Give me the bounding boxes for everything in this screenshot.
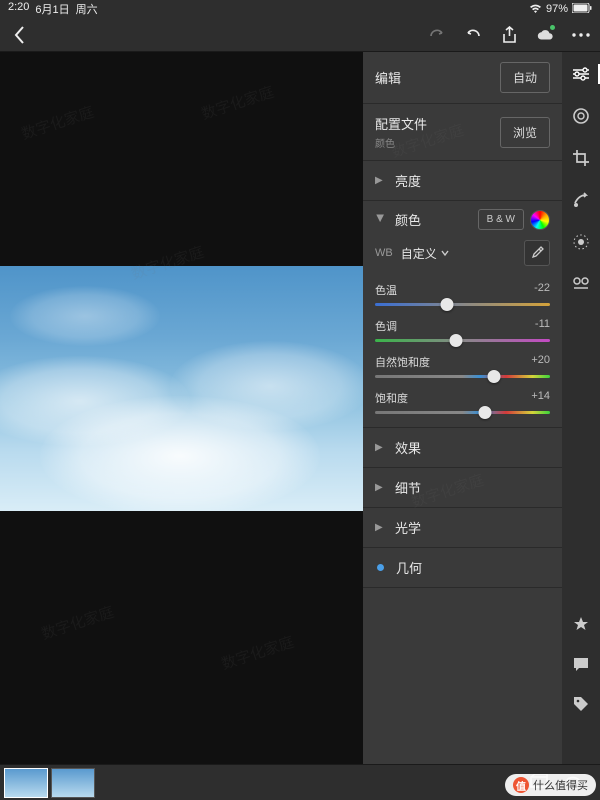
back-chevron-icon[interactable] xyxy=(10,26,28,44)
slider-thumb[interactable] xyxy=(440,298,453,311)
slider-thumb[interactable] xyxy=(488,370,501,383)
badge-logo-icon: 值 xyxy=(513,777,529,793)
slider-value: -11 xyxy=(535,318,550,334)
share-icon[interactable] xyxy=(500,26,518,44)
tag-icon[interactable] xyxy=(571,694,591,714)
watermark: 数字化家庭 xyxy=(199,81,277,124)
crop-tool-icon[interactable] xyxy=(571,148,591,168)
slider-色调[interactable]: 色调 -11 xyxy=(363,312,562,348)
presets-tool-icon[interactable] xyxy=(571,274,591,294)
status-bar: 2:20 6月1日 周六 97% xyxy=(0,0,600,18)
redo-icon[interactable] xyxy=(428,26,446,44)
color-mixer-icon[interactable] xyxy=(530,210,550,230)
slider-label: 色温 xyxy=(375,282,397,298)
battery-icon xyxy=(572,3,592,16)
chevron-right-icon: ▶ xyxy=(375,175,385,186)
watermark: 数字化家庭 xyxy=(219,631,297,674)
wifi-icon xyxy=(529,4,542,14)
thumbnail[interactable] xyxy=(4,768,48,798)
slider-track[interactable] xyxy=(375,375,550,378)
slider-track[interactable] xyxy=(375,303,550,306)
battery-percent: 97% xyxy=(546,3,568,15)
undo-icon[interactable] xyxy=(464,26,482,44)
section-color[interactable]: 颜色 xyxy=(395,210,478,229)
slider-label: 色调 xyxy=(375,318,397,334)
heal-tool-icon[interactable] xyxy=(571,190,591,210)
section-detail[interactable]: ▶ 细节 xyxy=(363,468,562,508)
status-weekday: 周六 xyxy=(76,1,98,17)
section-optics[interactable]: ▶ 光学 xyxy=(363,508,562,548)
chevron-down-icon[interactable]: ▶ xyxy=(375,215,386,225)
wb-label: WB xyxy=(375,247,393,259)
watermark: 数字化家庭 xyxy=(19,101,97,144)
source-badge: 值 什么值得买 xyxy=(505,774,596,796)
slider-饱和度[interactable]: 饱和度 +14 xyxy=(363,384,562,420)
slider-track[interactable] xyxy=(375,339,550,342)
wb-dropdown[interactable]: 自定义 xyxy=(401,245,524,262)
edit-panel: 编辑 自动 配置文件 颜色 浏览 ▶ 亮度 ▶ 颜色 B & W WB 自定义 … xyxy=(363,52,562,764)
status-time: 2:20 xyxy=(8,1,29,17)
cloud-sync-icon[interactable] xyxy=(536,26,554,44)
section-effects[interactable]: ▶ 效果 xyxy=(363,428,562,468)
chevron-right-icon: ▶ xyxy=(375,482,385,493)
bw-button[interactable]: B & W xyxy=(478,209,524,230)
modified-dot-icon xyxy=(377,564,384,571)
watermark: 数字化家庭 xyxy=(39,601,117,644)
tool-sidebar xyxy=(562,52,600,764)
chevron-right-icon: ▶ xyxy=(375,442,385,453)
eyedropper-icon[interactable] xyxy=(524,240,550,266)
slider-自然饱和度[interactable]: 自然饱和度 +20 xyxy=(363,348,562,384)
more-icon[interactable] xyxy=(572,26,590,44)
comment-icon[interactable] xyxy=(571,654,591,674)
profile-value: 颜色 xyxy=(375,135,500,150)
browse-button[interactable]: 浏览 xyxy=(500,117,550,148)
section-geometry[interactable]: 几何 xyxy=(363,548,562,588)
thumbnail[interactable] xyxy=(51,768,95,798)
slider-value: -22 xyxy=(534,282,550,298)
section-light[interactable]: ▶ 亮度 xyxy=(363,161,562,201)
slider-thumb[interactable] xyxy=(479,406,492,419)
lens-tool-icon[interactable] xyxy=(571,106,591,126)
slider-色温[interactable]: 色温 -22 xyxy=(363,276,562,312)
slider-value: +20 xyxy=(531,354,550,370)
chevron-right-icon: ▶ xyxy=(375,522,385,533)
slider-value: +14 xyxy=(531,390,550,406)
auto-button[interactable]: 自动 xyxy=(500,62,550,93)
star-icon[interactable] xyxy=(571,614,591,634)
slider-label: 饱和度 xyxy=(375,390,408,406)
mask-tool-icon[interactable] xyxy=(571,232,591,252)
slider-thumb[interactable] xyxy=(449,334,462,347)
profile-label: 配置文件 xyxy=(375,114,500,133)
status-date: 6月1日 xyxy=(35,1,69,17)
edit-label: 编辑 xyxy=(375,68,500,87)
slider-track[interactable] xyxy=(375,411,550,414)
top-toolbar xyxy=(0,18,600,52)
image-canvas[interactable]: 数字化家庭 数字化家庭 数字化家庭 数字化家庭 数字化家庭 xyxy=(0,52,363,764)
badge-text: 什么值得买 xyxy=(533,777,588,793)
adjust-tool-icon[interactable] xyxy=(571,64,591,84)
photo-preview xyxy=(0,266,363,511)
slider-label: 自然饱和度 xyxy=(375,354,430,370)
